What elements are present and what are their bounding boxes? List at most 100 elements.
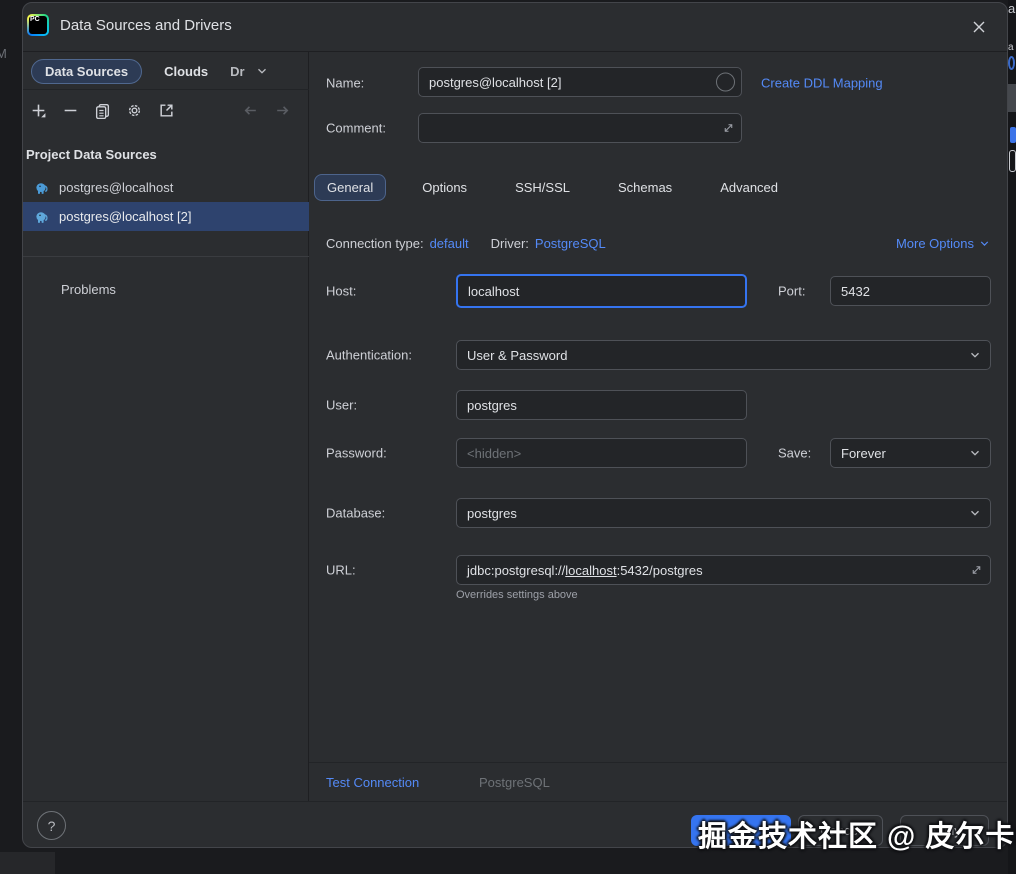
tab-advanced[interactable]: Advanced bbox=[708, 175, 790, 200]
background-blue-chip bbox=[1010, 127, 1016, 143]
test-connection-strip: Test Connection PostgreSQL bbox=[309, 762, 1008, 801]
tab-general[interactable]: General bbox=[314, 174, 386, 201]
tab-clouds[interactable]: Clouds bbox=[164, 64, 208, 79]
back-arrow-icon[interactable] bbox=[241, 101, 259, 119]
chevron-down-icon bbox=[968, 446, 982, 460]
password-row: Password: Save: Forever bbox=[309, 438, 1008, 468]
close-icon[interactable] bbox=[969, 17, 989, 37]
name-field bbox=[418, 67, 742, 97]
connection-type-label: Connection type: bbox=[326, 236, 424, 251]
chevron-down-icon[interactable] bbox=[253, 62, 271, 80]
more-options-link[interactable]: More Options bbox=[896, 233, 991, 253]
password-input[interactable] bbox=[456, 438, 747, 468]
expand-icon[interactable] bbox=[970, 564, 983, 577]
comment-label: Comment: bbox=[326, 121, 386, 136]
driver-value-link[interactable]: PostgreSQL bbox=[535, 236, 606, 251]
datasource-item-selected[interactable]: postgres@localhost [2] bbox=[23, 202, 309, 231]
driver-label: Driver: bbox=[491, 236, 529, 251]
postgresql-elephant-icon bbox=[33, 179, 51, 197]
problems-item[interactable]: Problems bbox=[23, 275, 309, 303]
port-label: Port: bbox=[778, 284, 805, 299]
gear-icon[interactable] bbox=[125, 101, 143, 119]
save-select[interactable]: Forever bbox=[830, 438, 991, 468]
password-field bbox=[456, 438, 747, 468]
url-host-link[interactable]: localhost bbox=[565, 563, 616, 578]
driver-status-text: PostgreSQL bbox=[479, 775, 550, 790]
more-options-label: More Options bbox=[896, 236, 974, 251]
create-ddl-mapping-link[interactable]: Create DDL Mapping bbox=[761, 76, 883, 91]
tab-data-sources[interactable]: Data Sources bbox=[31, 59, 142, 84]
url-prefix: jdbc:postgresql:// bbox=[467, 563, 565, 578]
database-label: Database: bbox=[326, 506, 385, 521]
pycharm-logo-icon: PC bbox=[27, 14, 49, 36]
name-input[interactable] bbox=[418, 67, 742, 97]
url-row: URL: jdbc:postgresql://localhost:5432/po… bbox=[309, 555, 1008, 585]
tree-toolbar bbox=[29, 96, 175, 124]
forward-arrow-icon[interactable] bbox=[273, 101, 291, 119]
url-field[interactable]: jdbc:postgresql://localhost:5432/postgre… bbox=[456, 555, 991, 585]
add-icon[interactable] bbox=[29, 101, 47, 119]
url-hint: Overrides settings above bbox=[456, 589, 578, 601]
authentication-row: Authentication: User & Password bbox=[309, 340, 1008, 370]
connection-form: Name: Create DDL Mapping Comment: Genera… bbox=[309, 51, 1008, 801]
user-input[interactable] bbox=[456, 390, 747, 420]
postgresql-elephant-icon bbox=[33, 208, 51, 226]
tab-options[interactable]: Options bbox=[410, 175, 479, 200]
tree-header: Project Data Sources bbox=[26, 147, 157, 162]
chevron-down-icon bbox=[968, 506, 982, 520]
chevron-down-icon bbox=[978, 237, 991, 250]
expand-icon[interactable] bbox=[722, 122, 735, 135]
host-row: Host: Port: bbox=[309, 274, 1008, 308]
connection-type-value-link[interactable]: default bbox=[430, 236, 469, 251]
data-sources-dialog: PC Data Sources and Drivers Data Sources… bbox=[22, 2, 1008, 848]
url-label: URL: bbox=[326, 563, 356, 578]
dialog-titlebar[interactable]: PC Data Sources and Drivers bbox=[23, 3, 1007, 52]
authentication-select[interactable]: User & Password bbox=[456, 340, 991, 370]
database-value: postgres bbox=[467, 506, 517, 521]
background-clipped-text: M bbox=[0, 46, 7, 61]
password-label: Password: bbox=[326, 446, 387, 461]
background-right-sliver: a a bbox=[1008, 0, 1016, 874]
tab-drivers-truncated[interactable]: Dr bbox=[230, 64, 244, 79]
background-bottom-block bbox=[0, 852, 55, 874]
host-label: Host: bbox=[326, 284, 356, 299]
background-clipped-text: a bbox=[1008, 1, 1015, 16]
chevron-down-icon bbox=[968, 348, 982, 362]
test-connection-link[interactable]: Test Connection bbox=[326, 775, 419, 790]
history-nav bbox=[241, 96, 291, 124]
port-field bbox=[830, 276, 991, 306]
background-light-chip bbox=[1009, 150, 1016, 172]
tree-separator bbox=[23, 256, 309, 257]
user-row: User: bbox=[309, 390, 1008, 420]
user-field bbox=[456, 390, 747, 420]
save-value: Forever bbox=[841, 446, 886, 461]
database-select[interactable]: postgres bbox=[456, 498, 991, 528]
port-input[interactable] bbox=[830, 276, 991, 306]
host-input[interactable] bbox=[456, 274, 747, 308]
comment-input[interactable] bbox=[418, 113, 742, 143]
tab-schemas[interactable]: Schemas bbox=[606, 175, 684, 200]
dialog-title: Data Sources and Drivers bbox=[60, 17, 232, 34]
left-panel: Data Sources Clouds Dr bbox=[23, 51, 309, 801]
authentication-value: User & Password bbox=[467, 348, 567, 363]
authentication-label: Authentication: bbox=[326, 348, 412, 363]
connection-type-row: Connection type: default Driver: Postgre… bbox=[326, 233, 606, 253]
help-icon[interactable]: ? bbox=[37, 811, 66, 840]
database-row: Database: postgres bbox=[309, 498, 1008, 528]
remove-icon[interactable] bbox=[61, 101, 79, 119]
duplicate-icon[interactable] bbox=[93, 101, 111, 119]
problems-label: Problems bbox=[61, 282, 116, 297]
form-tab-strip: General Options SSH/SSL Schemas Advanced bbox=[314, 171, 790, 203]
tab-ssh-ssl[interactable]: SSH/SSL bbox=[503, 175, 582, 200]
name-label: Name: bbox=[326, 76, 364, 91]
user-label: User: bbox=[326, 398, 357, 413]
host-field bbox=[456, 274, 747, 308]
background-clipped-text: a bbox=[1008, 42, 1014, 53]
save-label: Save: bbox=[778, 446, 811, 461]
background-blue-badge bbox=[1008, 56, 1015, 70]
datasource-item[interactable]: postgres@localhost bbox=[23, 173, 309, 202]
background-gray-band bbox=[1008, 84, 1016, 112]
left-tab-strip: Data Sources Clouds Dr bbox=[31, 57, 271, 85]
comment-field bbox=[418, 113, 742, 143]
open-in-new-window-icon[interactable] bbox=[157, 101, 175, 119]
